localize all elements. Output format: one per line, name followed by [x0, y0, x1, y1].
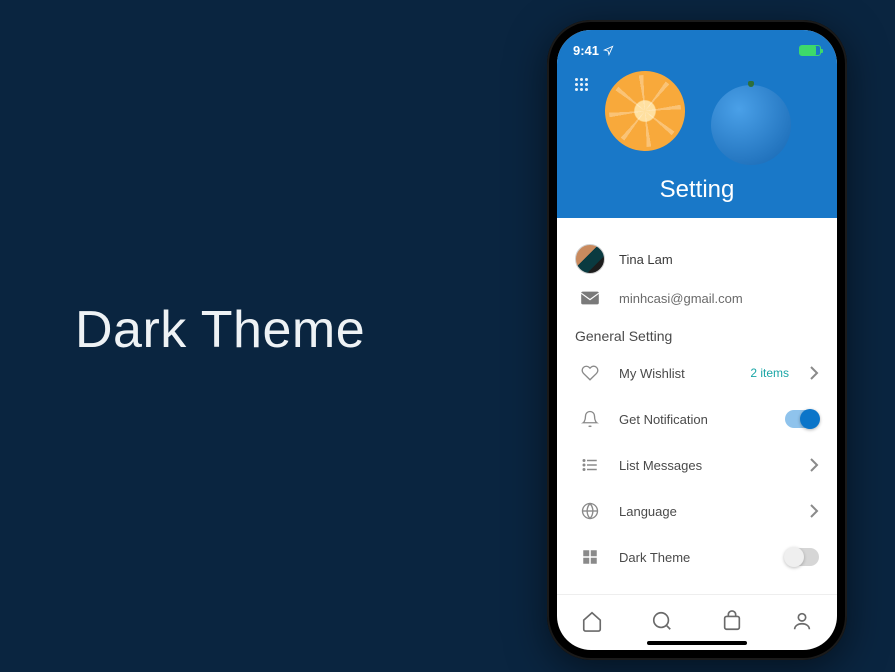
phone-frame: 9:41 Setting Tina La — [547, 20, 847, 660]
phone-screen: 9:41 Setting Tina La — [557, 30, 837, 650]
row-notification[interactable]: Get Notification — [575, 396, 819, 442]
nav-search[interactable] — [650, 609, 674, 633]
mail-icon — [575, 290, 605, 306]
row-label: Get Notification — [619, 412, 771, 427]
chevron-right-icon — [809, 504, 819, 518]
globe-icon — [575, 502, 605, 520]
screen-header: 9:41 Setting — [557, 30, 837, 218]
dark-theme-toggle[interactable] — [785, 548, 819, 566]
row-messages[interactable]: List Messages — [575, 442, 819, 488]
email-row[interactable]: minhcasi@gmail.com — [575, 282, 819, 314]
status-time: 9:41 — [573, 43, 599, 58]
home-indicator[interactable] — [647, 641, 747, 645]
page-title: Dark Theme — [75, 300, 365, 360]
row-dark-theme[interactable]: Dark Theme — [575, 534, 819, 580]
row-label: List Messages — [619, 458, 795, 473]
notification-toggle[interactable] — [785, 410, 819, 428]
profile-email: minhcasi@gmail.com — [619, 291, 743, 306]
profile-name: Tina Lam — [619, 252, 673, 267]
bottom-nav — [557, 594, 837, 650]
bell-icon — [575, 410, 605, 428]
location-arrow-icon — [603, 45, 614, 56]
menu-grid-icon[interactable] — [575, 78, 591, 94]
section-general-title: General Setting — [575, 328, 819, 344]
row-language[interactable]: Language — [575, 488, 819, 534]
orange-slice-icon — [599, 65, 692, 158]
theme-icon — [575, 548, 605, 566]
settings-content: Tina Lam minhcasi@gmail.com General Sett… — [557, 218, 837, 594]
header-illustration — [557, 60, 837, 178]
row-label: My Wishlist — [619, 366, 736, 381]
heart-icon — [575, 364, 605, 382]
nav-home[interactable] — [580, 609, 604, 633]
battery-icon — [799, 45, 821, 56]
header-title: Setting — [557, 176, 837, 204]
status-bar: 9:41 — [557, 30, 837, 60]
profile-row[interactable]: Tina Lam — [575, 236, 819, 282]
orange-whole-icon — [711, 85, 791, 165]
chevron-right-icon — [809, 458, 819, 472]
wishlist-count: 2 items — [750, 366, 789, 380]
nav-profile[interactable] — [790, 609, 814, 633]
row-label: Dark Theme — [619, 550, 771, 565]
nav-cart[interactable] — [720, 609, 744, 633]
list-icon — [575, 456, 605, 474]
row-wishlist[interactable]: My Wishlist 2 items — [575, 350, 819, 396]
avatar — [575, 244, 605, 274]
row-label: Language — [619, 504, 795, 519]
chevron-right-icon — [809, 366, 819, 380]
